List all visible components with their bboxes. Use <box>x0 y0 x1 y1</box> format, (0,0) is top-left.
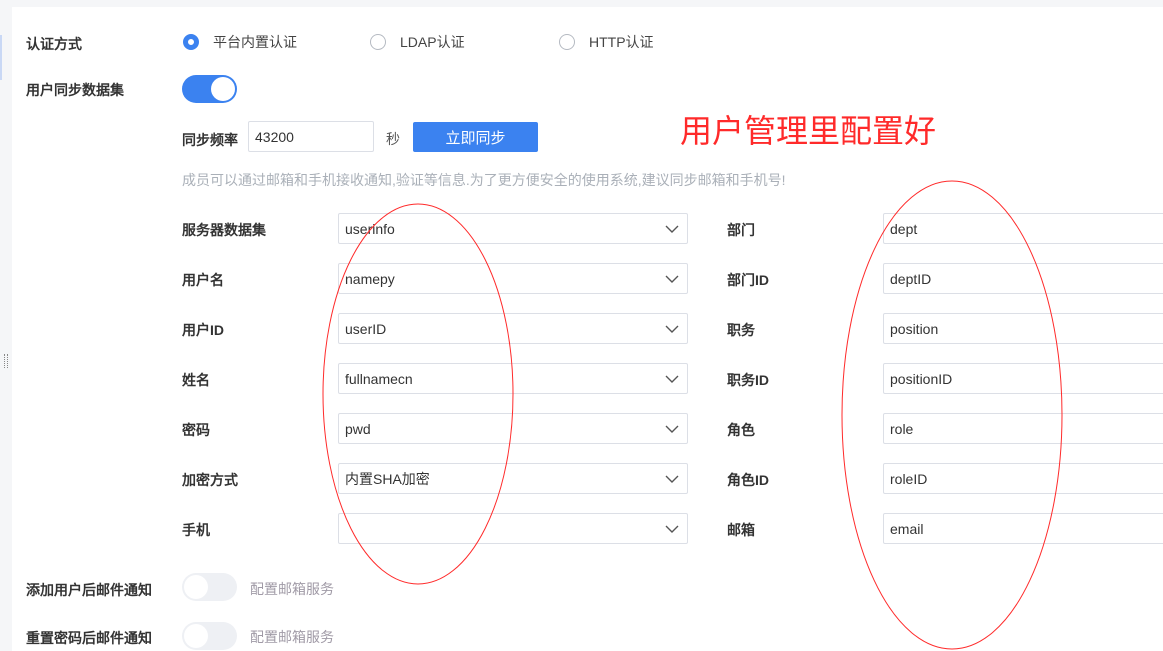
annotation-text: 用户管理里配置好 <box>680 112 937 150</box>
radio-icon <box>370 34 386 50</box>
drag-handle-icon[interactable] <box>4 354 8 368</box>
sync-now-button[interactable]: 立即同步 <box>413 122 538 152</box>
auth-label: 认证方式 <box>26 36 82 52</box>
radio-icon <box>559 34 575 50</box>
radio-label: HTTP认证 <box>589 34 654 50</box>
field-label: 邮箱 <box>727 522 755 538</box>
field-label: 角色ID <box>727 472 769 488</box>
config-mail-link[interactable]: 配置邮箱服务 <box>250 579 334 599</box>
field-label: 密码 <box>182 422 210 438</box>
reset-pwd-notify-label: 重置密码后邮件通知 <box>26 630 152 646</box>
field-label: 用户名 <box>182 272 224 288</box>
chevron-down-icon <box>665 425 679 433</box>
field-label: 姓名 <box>182 372 210 388</box>
select-value: pwd <box>345 420 371 437</box>
chevron-down-icon <box>665 325 679 333</box>
field-label: 加密方式 <box>182 472 238 488</box>
field-input[interactable]: email <box>883 513 1163 544</box>
field-label: 手机 <box>182 522 210 538</box>
chevron-down-icon <box>665 475 679 483</box>
radio-builtin[interactable]: 平台内置认证 <box>183 32 297 52</box>
field-select[interactable]: userinfo <box>338 213 688 244</box>
field-label: 部门ID <box>727 272 769 288</box>
reset-pwd-notify-toggle[interactable] <box>182 622 237 650</box>
sync-toggle[interactable] <box>182 75 237 103</box>
left-accent-bar <box>0 35 2 80</box>
config-mail-link[interactable]: 配置邮箱服务 <box>250 627 334 647</box>
sync-hint: 成员可以通过邮箱和手机接收通知,验证等信息.为了更方便安全的使用系统,建议同步邮… <box>182 172 786 188</box>
add-user-notify-toggle[interactable] <box>182 573 237 601</box>
field-select[interactable]: fullnamecn <box>338 363 688 394</box>
field-input[interactable]: roleID <box>883 463 1163 494</box>
freq-label: 同步频率 <box>182 132 238 148</box>
field-label: 部门 <box>727 222 755 238</box>
select-value: 内置SHA加密 <box>345 470 430 487</box>
radio-label: LDAP认证 <box>400 34 465 50</box>
chevron-down-icon <box>665 275 679 283</box>
chevron-down-icon <box>665 375 679 383</box>
radio-http[interactable]: HTTP认证 <box>559 32 654 52</box>
freq-input[interactable]: 43200 <box>248 121 374 152</box>
select-value: fullnamecn <box>345 370 413 387</box>
field-label: 职务ID <box>727 372 769 388</box>
field-select[interactable]: namepy <box>338 263 688 294</box>
field-input[interactable]: deptID <box>883 263 1163 294</box>
field-label: 服务器数据集 <box>182 222 266 238</box>
select-value: userinfo <box>345 220 395 237</box>
field-select[interactable]: 内置SHA加密 <box>338 463 688 494</box>
freq-unit: 秒 <box>386 131 400 147</box>
field-input[interactable]: positionID <box>883 363 1163 394</box>
select-value: userID <box>345 320 387 337</box>
field-select[interactable] <box>338 513 688 544</box>
radio-checked-icon <box>183 34 199 50</box>
radio-ldap[interactable]: LDAP认证 <box>370 32 465 52</box>
field-label: 用户ID <box>182 322 224 338</box>
field-input[interactable]: role <box>883 413 1163 444</box>
select-value: namepy <box>345 270 395 287</box>
field-select[interactable]: pwd <box>338 413 688 444</box>
chevron-down-icon <box>665 525 679 533</box>
add-user-notify-label: 添加用户后邮件通知 <box>26 582 152 598</box>
radio-label: 平台内置认证 <box>213 34 297 50</box>
field-input[interactable]: dept <box>883 213 1163 244</box>
field-label: 角色 <box>727 422 755 438</box>
field-select[interactable]: userID <box>338 313 688 344</box>
field-input[interactable]: position <box>883 313 1163 344</box>
sync-label: 用户同步数据集 <box>26 82 124 98</box>
field-label: 职务 <box>727 322 755 338</box>
chevron-down-icon <box>665 225 679 233</box>
